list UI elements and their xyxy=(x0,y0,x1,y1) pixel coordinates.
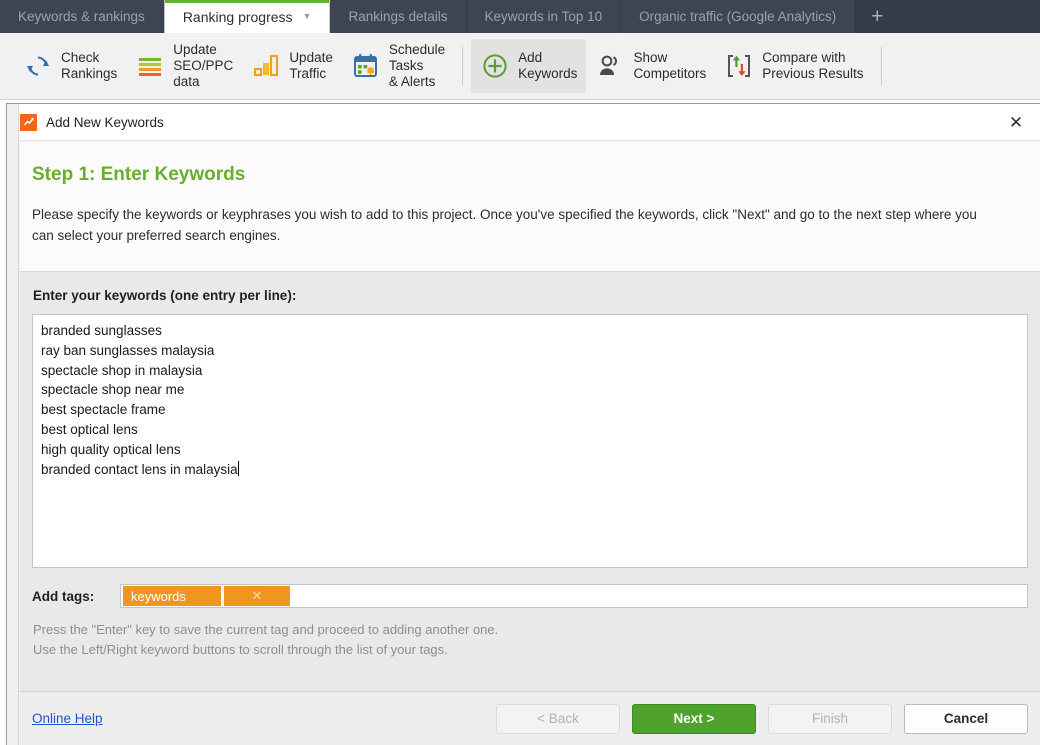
close-icon[interactable]: ✕ xyxy=(1006,113,1026,133)
keyword-line: ray ban sunglasses malaysia xyxy=(41,342,215,358)
add-new-keywords-dialog: Add New Keywords ✕ Step 1: Enter Keyword… xyxy=(6,103,1040,745)
tab-bar-filler xyxy=(899,0,1040,33)
toolbar-label: Show Competitors xyxy=(633,50,707,81)
step-title: Step 1: Enter Keywords xyxy=(32,164,246,185)
tags-row: Add tags: keywords ✕ xyxy=(32,584,1028,608)
tab-rankings-details[interactable]: Rankings details xyxy=(330,0,467,33)
dialog-body-section: Enter your keywords (one entry per line)… xyxy=(20,272,1040,692)
tag-remove-icon[interactable]: ✕ xyxy=(224,586,290,606)
toolbar-show-competitors[interactable]: Show Competitors xyxy=(586,39,715,93)
step-description: Please specify the keywords or keyphrase… xyxy=(32,207,977,243)
dialog-title-bar: Add New Keywords ✕ xyxy=(7,104,1040,141)
tags-hint: Press the "Enter" key to save the curren… xyxy=(33,620,1028,660)
toolbar-separator xyxy=(462,47,464,85)
keyword-line: spectacle shop near me xyxy=(41,382,185,398)
tags-hint-line-2: Use the Left/Right keyword buttons to sc… xyxy=(33,642,448,657)
tab-label: Ranking progress xyxy=(182,8,293,25)
tab-label: Keywords in Top 10 xyxy=(484,9,603,24)
keywords-field-label: Enter your keywords (one entry per line)… xyxy=(33,288,297,303)
tags-hint-line-1: Press the "Enter" key to save the curren… xyxy=(33,622,499,637)
tab-keywords-in-top-10[interactable]: Keywords in Top 10 xyxy=(466,0,622,33)
dialog-footer: Online Help < Back Next > Finish Cancel xyxy=(20,691,1040,745)
tab-keywords-and-rankings[interactable]: Keywords & rankings xyxy=(0,0,164,33)
toolbar-schedule-tasks-alerts[interactable]: Schedule Tasks & Alerts xyxy=(342,39,454,93)
toolbar-label: Check Rankings xyxy=(61,50,118,81)
toolbar-label: Compare with Previous Results xyxy=(762,50,864,81)
toolbar-check-rankings[interactable]: Check Rankings xyxy=(14,39,126,93)
next-button[interactable]: Next > xyxy=(632,703,756,734)
keyword-line: branded sunglasses xyxy=(41,323,162,338)
toolbar-update-seo-ppc-data[interactable]: Update SEO/PPC data xyxy=(126,39,242,93)
tab-ranking-progress[interactable]: Ranking progress ▼ xyxy=(163,0,331,33)
keyword-line-last-wrapper: branded contact lens in malaysia xyxy=(41,460,1019,480)
plus-circle-icon xyxy=(480,50,510,82)
bars-stack-icon xyxy=(135,50,165,82)
tab-label: Rankings details xyxy=(348,9,448,24)
keywords-input[interactable]: branded sunglasses ray ban sunglasses ma… xyxy=(32,314,1028,568)
toolbar-label: Update SEO/PPC data xyxy=(173,42,234,89)
keyword-line: best optical lens xyxy=(41,421,138,437)
application-window: Keywords & rankings Ranking progress ▼ R… xyxy=(0,0,1040,745)
keyword-line: high quality optical lens xyxy=(41,441,181,457)
finish-button[interactable]: Finish xyxy=(768,703,892,734)
dialog-left-edge xyxy=(7,104,19,745)
cancel-button[interactable]: Cancel xyxy=(904,703,1028,734)
toolbar-update-traffic[interactable]: Update Traffic xyxy=(242,39,342,93)
tag-chip[interactable]: keywords xyxy=(123,586,221,606)
dialog-title: Add New Keywords xyxy=(46,114,164,130)
toolbar-label: Update Traffic xyxy=(289,50,333,81)
add-tab-button[interactable]: + xyxy=(855,0,900,33)
tab-label: Keywords & rankings xyxy=(18,9,145,24)
keyword-line: spectacle shop in malaysia xyxy=(41,362,203,378)
keyword-line: best spectacle frame xyxy=(41,402,166,418)
rank-tracker-icon xyxy=(20,113,37,131)
main-toolbar: Check Rankings Update SEO/PPC data Updat… xyxy=(0,33,1040,100)
compare-arrows-icon xyxy=(724,50,754,82)
people-icon xyxy=(595,50,625,82)
dialog-header-section: Step 1: Enter Keywords Please specify th… xyxy=(20,142,1040,272)
online-help-link[interactable]: Online Help xyxy=(32,711,103,726)
bar-chart-icon xyxy=(251,50,281,82)
tab-organic-traffic[interactable]: Organic traffic (Google Analytics) xyxy=(621,0,856,33)
toolbar-label: Add Keywords xyxy=(518,50,578,81)
toolbar-add-keywords[interactable]: Add Keywords xyxy=(471,39,587,93)
tab-bar: Keywords & rankings Ranking progress ▼ R… xyxy=(0,0,1040,33)
refresh-circle-icon xyxy=(23,50,53,82)
toolbar-label: Schedule Tasks & Alerts xyxy=(388,42,446,89)
chevron-down-icon[interactable]: ▼ xyxy=(303,12,312,21)
text-caret xyxy=(237,460,239,476)
tags-label: Add tags: xyxy=(32,588,95,604)
tab-label: Organic traffic (Google Analytics) xyxy=(639,9,837,24)
keyword-line: branded contact lens in malaysia xyxy=(41,461,238,477)
back-button[interactable]: < Back xyxy=(496,703,620,734)
calendar-alert-icon xyxy=(351,50,381,82)
toolbar-separator-end xyxy=(880,47,882,85)
tags-input[interactable]: keywords ✕ xyxy=(120,584,1028,608)
toolbar-compare-previous-results[interactable]: Compare with Previous Results xyxy=(715,39,872,93)
